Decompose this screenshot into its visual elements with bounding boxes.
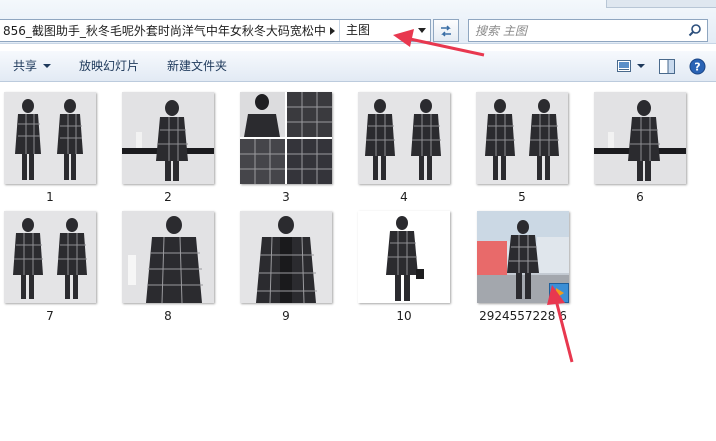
file-list-area[interactable]: 1 2 3 4 5 6 7 8 9 10 2924557228 6 [0,29,716,441]
annotation-arrow-icon [547,285,574,363]
